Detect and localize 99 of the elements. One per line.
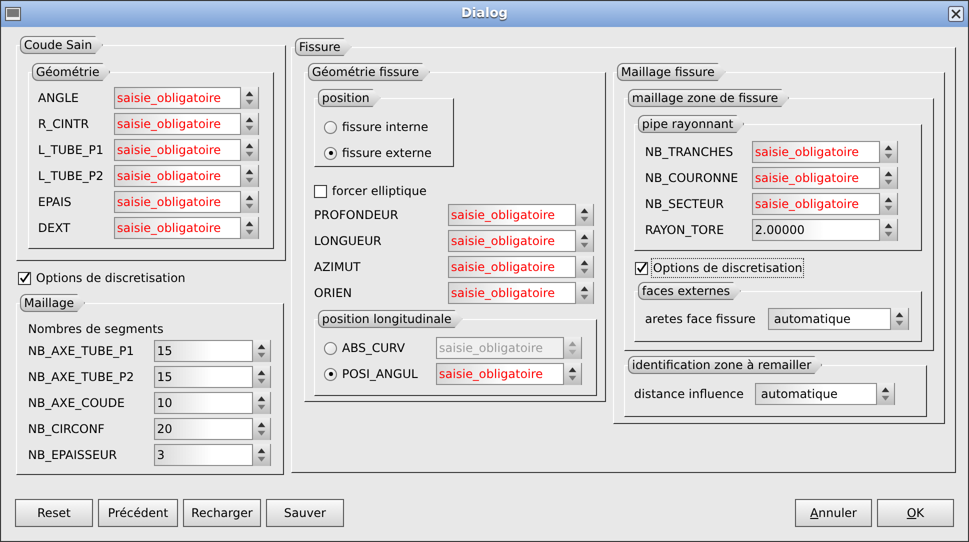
spin-box[interactable]: 20 xyxy=(154,418,271,440)
spin-box[interactable]: saisie_obligatoire xyxy=(752,167,898,189)
field-label: DEXT xyxy=(38,220,72,237)
dialog-button[interactable]: Reset xyxy=(15,499,93,527)
spin-arrows-icon[interactable] xyxy=(890,308,908,330)
field-label: R_CINTR xyxy=(38,116,90,133)
field-label: NB_CIRCONF xyxy=(28,421,106,438)
field-label: distance influence xyxy=(634,386,745,403)
spin-arrows-icon[interactable] xyxy=(575,282,593,304)
field-label: L_TUBE_P1 xyxy=(38,142,104,159)
field-label: LONGUEUR xyxy=(314,233,382,250)
spin-arrows-icon[interactable] xyxy=(575,204,593,226)
field-label: PROFONDEUR xyxy=(314,207,400,224)
spin-arrows-icon[interactable] xyxy=(879,167,897,189)
dialog-button[interactable]: Recharger xyxy=(183,499,261,527)
checkbox[interactable] xyxy=(314,184,327,198)
spin-arrows-icon[interactable] xyxy=(879,141,897,163)
spin-box[interactable]: 10 xyxy=(154,392,271,414)
spin-arrows-icon[interactable] xyxy=(252,444,270,466)
group-title: faces externes xyxy=(638,282,741,300)
spin-arrows-icon[interactable] xyxy=(240,217,258,239)
field-label: NB_TRANCHES xyxy=(645,144,734,161)
dropdown[interactable]: automatique xyxy=(755,383,895,405)
close-icon[interactable] xyxy=(948,6,964,22)
spin-arrows-icon[interactable] xyxy=(240,87,258,109)
spin-arrows-icon[interactable] xyxy=(879,193,897,215)
radio-label[interactable]: fissure externe xyxy=(342,144,432,162)
spin-box[interactable]: saisie_obligatoire xyxy=(114,113,259,135)
spin-box[interactable]: saisie_obligatoire xyxy=(752,193,898,215)
spin-box[interactable]: saisie_obligatoire xyxy=(752,141,898,163)
window-icon xyxy=(5,7,21,21)
group-title: Maillage fissure xyxy=(617,63,726,81)
field-label: EPAIS xyxy=(38,194,72,211)
spin-arrows-icon[interactable] xyxy=(252,340,270,362)
dropdown[interactable]: automatique xyxy=(768,308,909,330)
field-label: NB_AXE_COUDE xyxy=(28,395,126,412)
spin-box[interactable]: saisie_obligatoire xyxy=(114,191,259,213)
checkbox-label[interactable]: Options de discretisation xyxy=(34,268,188,288)
dialog-button[interactable]: Précédent xyxy=(98,499,178,527)
spin-box[interactable]: saisie_obligatoire xyxy=(448,230,594,252)
spin-box[interactable]: saisie_obligatoire xyxy=(448,204,594,226)
group-title: position longitudinale xyxy=(318,310,463,328)
spin-box[interactable]: saisie_obligatoire xyxy=(114,217,259,239)
spin-arrows-icon[interactable] xyxy=(563,363,581,385)
spin-box[interactable]: saisie_obligatoire xyxy=(448,282,594,304)
spin-arrows-icon[interactable] xyxy=(252,366,270,388)
group-title: identification zone à remailler xyxy=(628,356,822,374)
group-title: pipe rayonnant xyxy=(638,115,744,133)
spin-box[interactable]: saisie_obligatoire xyxy=(436,363,582,385)
group-title: Géométrie fissure xyxy=(308,63,430,81)
dialog-button[interactable]: Sauver xyxy=(266,499,344,527)
group-title: Fissure xyxy=(295,38,352,56)
spin-box[interactable]: saisie_obligatoire xyxy=(114,165,259,187)
radio-button[interactable] xyxy=(324,120,337,134)
spin-arrows-icon[interactable] xyxy=(240,191,258,213)
field-label: NB_AXE_TUBE_P2 xyxy=(28,369,136,386)
spin-arrows-icon[interactable] xyxy=(240,165,258,187)
spin-arrows-icon[interactable] xyxy=(252,392,270,414)
group-title: Coude Sain xyxy=(20,36,104,54)
group-title: Maillage xyxy=(20,294,86,312)
field-label: RAYON_TORE xyxy=(645,222,725,239)
section-label: Nombres de segments xyxy=(28,321,164,337)
spin-box[interactable]: 3 xyxy=(154,444,271,466)
field-label: ORIEN xyxy=(314,285,353,302)
checkbox[interactable] xyxy=(635,262,648,274)
group-title: maillage zone de fissure xyxy=(628,89,790,107)
dialog-button[interactable]: OK xyxy=(877,499,954,527)
spin-box[interactable]: saisie_obligatoire xyxy=(448,256,594,278)
checkbox-label[interactable]: Options de discretisation xyxy=(651,258,804,278)
radio-button[interactable] xyxy=(324,368,337,380)
field-label: NB_EPAISSEUR xyxy=(28,447,118,464)
spin-arrows-icon[interactable] xyxy=(240,139,258,161)
spin-box[interactable]: saisie_obligatoire xyxy=(114,87,259,109)
spin-box[interactable]: saisie_obligatoire xyxy=(114,139,259,161)
spin-box[interactable]: 2.00000 xyxy=(752,219,898,241)
radio-button[interactable] xyxy=(324,146,337,160)
field-label: NB_SECTEUR xyxy=(645,196,725,213)
spin-arrows-icon[interactable] xyxy=(252,418,270,440)
group-title: Géométrie xyxy=(32,63,110,81)
spin-arrows-icon[interactable] xyxy=(876,383,894,405)
window-title: Dialog xyxy=(460,5,509,24)
field-label: NB_COURONNE xyxy=(645,170,740,187)
spin-box[interactable]: 15 xyxy=(154,366,271,388)
checkbox[interactable] xyxy=(18,272,31,284)
field-label: NB_AXE_TUBE_P1 xyxy=(28,343,136,360)
field-label: AZIMUT xyxy=(314,259,362,276)
radio-label[interactable]: fissure interne xyxy=(342,118,428,136)
spin-arrows-icon[interactable] xyxy=(879,219,897,241)
spin-arrows-icon[interactable] xyxy=(575,256,593,278)
spin-arrows-icon[interactable] xyxy=(575,230,593,252)
spin-box[interactable]: 15 xyxy=(154,340,271,362)
field-label: ANGLE xyxy=(38,90,80,107)
field-label: aretes face fissure xyxy=(645,311,757,328)
checkbox-label[interactable]: forcer elliptique xyxy=(330,181,429,201)
radio-label[interactable]: POSI_ANGUL xyxy=(342,365,436,383)
field-label: L_TUBE_P2 xyxy=(38,168,104,185)
spin-arrows-icon[interactable] xyxy=(240,113,258,135)
group-title: position xyxy=(318,89,381,107)
dialog-button[interactable]: Annuler xyxy=(795,499,872,527)
